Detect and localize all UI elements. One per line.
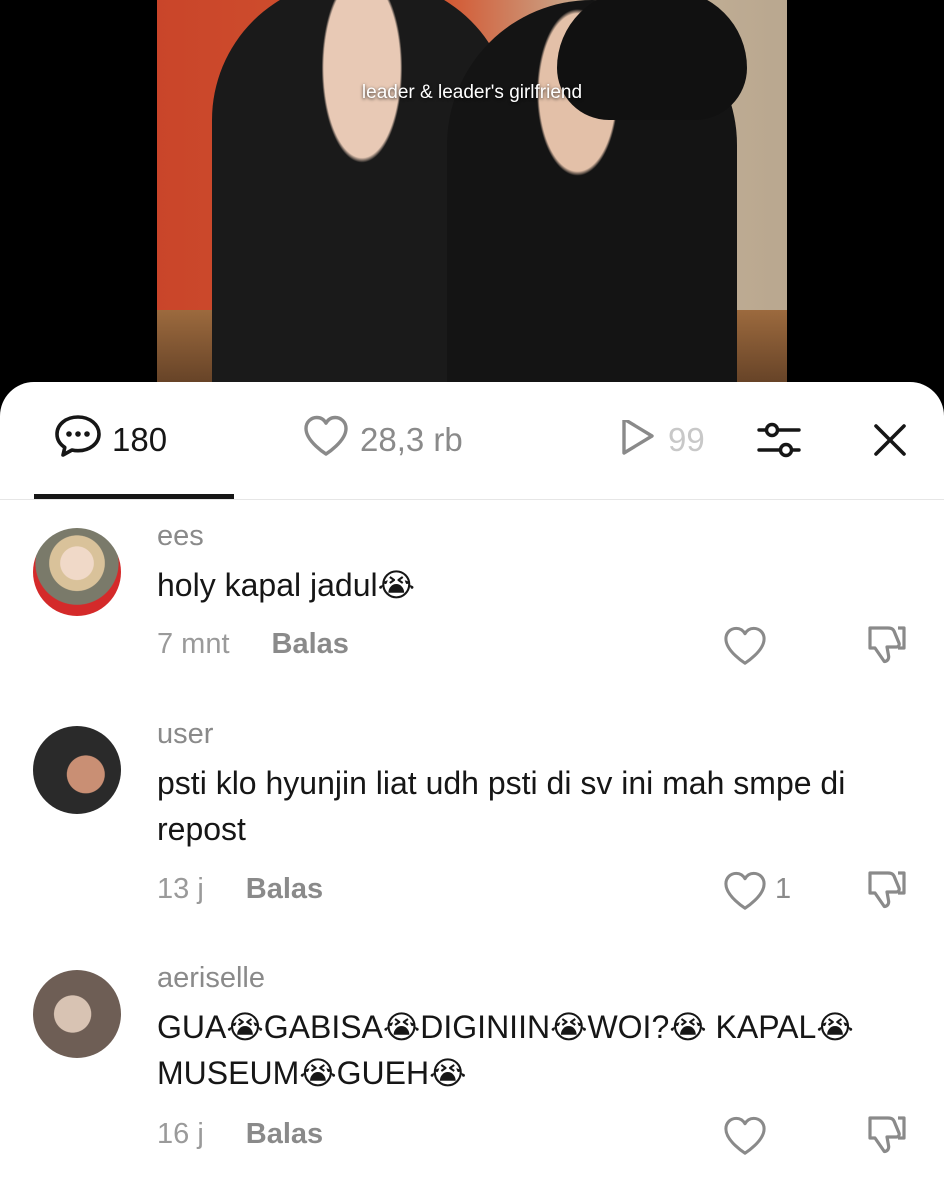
active-tab-indicator (34, 494, 234, 499)
views-count: 99 (668, 421, 704, 458)
sliders-icon[interactable] (755, 416, 803, 464)
avatar[interactable] (33, 726, 121, 814)
thumbs-down-icon[interactable] (862, 1112, 912, 1162)
close-icon[interactable] (866, 416, 914, 464)
comment-username[interactable]: aeriselle (157, 962, 265, 995)
reply-button[interactable]: Balas (246, 1118, 323, 1151)
comment-text: GUA😭GABISA😭DIGINIIN😭WOI?😭 KAPAL😭 MUSEUM😭… (157, 1009, 854, 1091)
like-count: 1 (775, 873, 792, 905)
speech-bubble-icon (54, 414, 102, 466)
comment-time: 13 j (157, 873, 204, 905)
tab-bar: 180 28,3 rb 99 (0, 382, 944, 500)
comment-meta: 16 j Balas (157, 1118, 323, 1151)
comment-text: psti klo hyunjin liat udh psti di sv ini… (157, 765, 846, 847)
comment-time: 16 j (157, 1118, 204, 1150)
play-icon (618, 420, 658, 460)
comments-count: 180 (112, 421, 168, 458)
heart-icon[interactable] (722, 867, 770, 915)
video-caption: leader & leader's girlfriend (361, 82, 583, 103)
thumbs-down-icon[interactable] (862, 867, 912, 917)
heart-icon[interactable] (722, 622, 770, 670)
video-frame[interactable]: leader & leader's girlfriend (157, 0, 787, 400)
comment-text: holy kapal jadul😭 (157, 567, 415, 603)
heart-icon (302, 414, 350, 466)
reply-button[interactable]: Balas (272, 628, 349, 661)
video-player[interactable]: leader & leader's girlfriend (0, 0, 944, 400)
avatar[interactable] (33, 528, 121, 616)
comment-meta: 13 j Balas (157, 873, 323, 906)
comment-username[interactable]: user (157, 718, 213, 751)
reply-button[interactable]: Balas (246, 873, 323, 906)
tab-views[interactable]: 99 (618, 420, 704, 460)
comment-meta: 7 mnt Balas (157, 628, 349, 661)
tab-likes[interactable]: 28,3 rb (302, 415, 463, 460)
heart-icon[interactable] (722, 1112, 770, 1160)
avatar[interactable] (33, 970, 121, 1058)
tab-comments[interactable]: 180 (54, 415, 168, 460)
comment-username[interactable]: ees (157, 520, 204, 553)
likes-count: 28,3 rb (360, 421, 463, 458)
comment-time: 7 mnt (157, 628, 230, 660)
thumbs-down-icon[interactable] (862, 622, 912, 672)
